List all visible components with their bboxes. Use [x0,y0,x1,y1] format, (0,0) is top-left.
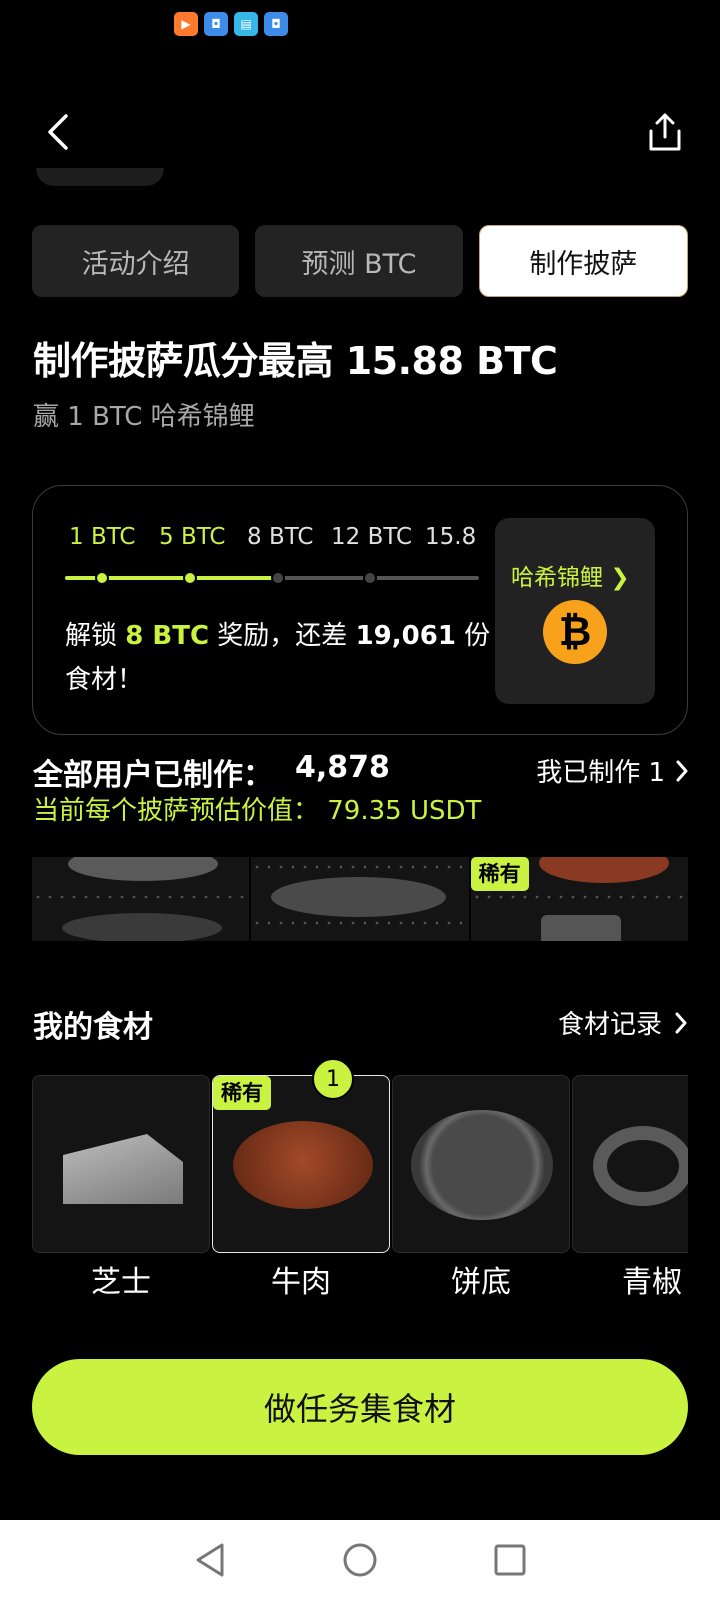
page-title: 制作披萨瓜分最高 15.88 BTC [33,339,558,383]
rare-badge: 稀有 [213,1076,271,1110]
cheese-icon [63,1134,183,1204]
system-nav-bar [0,1520,720,1600]
wallet-app-icon: ◘ [204,12,228,36]
ingredient-records-label: 食材记录 [557,1010,662,1040]
pizza-preview-strip: 稀有 [32,857,688,941]
shield-image [540,915,621,941]
chevron-left-icon [48,114,68,150]
ingredient-card: 稀有 [212,1075,390,1253]
milestone-12-btc: 12 BTC [331,524,413,550]
triangle-back-icon [196,1543,224,1577]
ingredient-card [572,1075,688,1253]
nav-back-button[interactable] [190,1540,230,1580]
back-button[interactable] [38,108,78,156]
ingredient-list: 芝士 稀有 牛肉 饼底 青椒 [32,1075,688,1300]
ingredient-card [392,1075,570,1253]
ingredient-card [32,1075,210,1253]
milestone-dot [363,571,377,585]
prize-title: 哈希锦鲤 [511,565,603,591]
milestone-dot [271,571,285,585]
circle-home-icon [343,1543,377,1577]
ingredient-name: 牛肉 [271,1265,331,1300]
unlock-prefix: 解锁 [65,621,126,651]
ingredient-item[interactable]: 芝士 [32,1075,210,1300]
status-notification-icons: ▶ ◘ ▤ ◘ [174,12,288,36]
dot-pattern [251,861,469,875]
milestone-labels: 1 BTC 5 BTC 8 BTC 12 BTC 15.8 [65,524,525,554]
milestone-15-btc: 15.8 [425,524,477,550]
rare-badge: 稀有 [470,857,529,891]
share-button[interactable] [640,108,690,158]
milestone-8-btc: 8 BTC [247,524,314,550]
book-app-icon: ▤ [234,12,258,36]
steak-icon [233,1121,373,1209]
ingredient-name: 青椒 [622,1265,682,1300]
my-ingredients-title: 我的食材 [33,1010,153,1045]
milestone-dot [183,571,197,585]
scrolled-banner-edge [36,168,164,186]
pizza-preview-steak: 稀有 [470,857,688,941]
progress-track [65,571,479,585]
my-made-label: 我已制作 1 [536,758,665,788]
ingredient-records-link[interactable]: 食材记录 [558,1004,688,1041]
milestone-1-btc: 1 BTC [69,524,136,550]
pizza-preview-crust [251,857,469,941]
prize-card[interactable]: 哈希锦鲤 ❯ ₿ [495,518,655,704]
unlock-message: 解锁 8 BTC 奖励，还差 19,061 份食材！ [65,614,495,702]
stats-row: 全部用户已制作： 4,878 我已制作 1 [33,750,689,793]
square-recents-icon [494,1544,526,1576]
status-bar: ▶ ◘ ▤ ◘ [0,0,720,50]
pepper-rings-icon [593,1126,688,1206]
cheese-image [68,857,218,881]
tab-bar: 活动介绍 预测 BTC 制作披萨 [32,225,688,297]
total-made-label: 全部用户已制作： [33,758,273,793]
rings-image [62,913,222,941]
page-subtitle: 赢 1 BTC 哈希锦鲤 [33,402,255,432]
ingredient-item[interactable]: 饼底 [392,1075,570,1300]
ingredient-name: 芝士 [91,1265,151,1300]
unlock-middle: 奖励，还差 [209,621,356,651]
unlock-count: 19,061 [355,621,456,651]
tab-activity-intro[interactable]: 活动介绍 [32,225,240,297]
ingredient-item[interactable]: 青椒 [572,1075,688,1300]
dot-pattern [470,891,688,905]
pizza-preview-cheese [32,857,250,941]
steak-image [538,857,669,883]
pizza-estimate: 当前每个披萨预估价值： 79.35 USDT [33,796,482,826]
nav-recents-button[interactable] [490,1540,530,1580]
progress-card: 1 BTC 5 BTC 8 BTC 12 BTC 15.8 解锁 8 BTC 奖… [32,485,688,735]
ingredient-name: 饼底 [451,1265,511,1300]
share-icon [649,113,681,151]
prize-label: 哈希锦鲤 ❯ [511,558,630,592]
chevron-right-icon [675,1012,687,1033]
shield-app-icon: ◘ [264,12,288,36]
milestone-dot [95,571,109,585]
pizza-crust-icon [411,1110,553,1220]
unlock-target: 8 BTC [125,621,210,651]
crust-image [271,877,447,917]
chevron-right-icon [676,760,688,781]
ingredient-count-badge: 1 [312,1058,354,1100]
dot-pattern [32,891,250,905]
total-made-value: 4,878 [295,750,390,785]
dot-pattern [251,917,469,931]
collect-ingredients-button[interactable]: 做任务集食材 [32,1359,688,1455]
tab-make-pizza[interactable]: 制作披萨 [478,225,688,297]
bitcoin-coin-icon: ₿ [543,600,607,664]
video-app-icon: ▶ [174,12,198,36]
nav-home-button[interactable] [340,1540,380,1580]
tab-predict-btc[interactable]: 预测 BTC [255,225,463,297]
ingredient-item[interactable]: 稀有 牛肉 [212,1075,390,1300]
my-made-link[interactable]: 我已制作 1 [536,752,689,789]
chevron-right-icon: ❯ [610,565,630,591]
milestone-5-btc: 5 BTC [159,524,226,550]
